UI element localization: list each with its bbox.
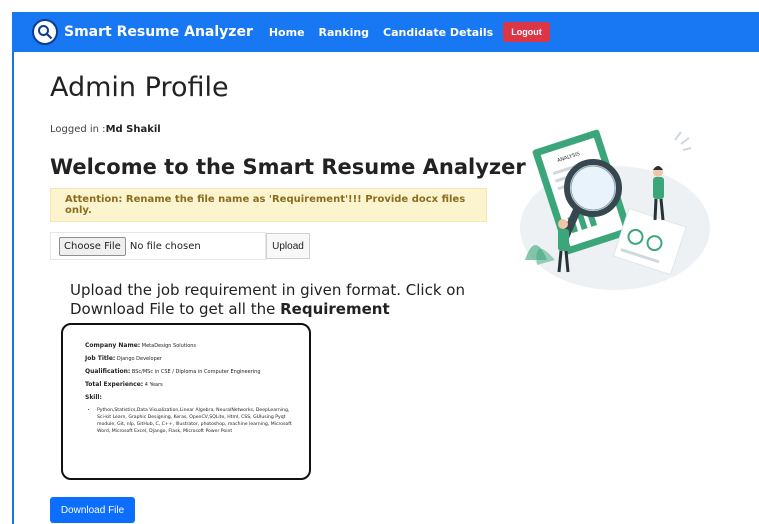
- qualification-value: BSc/MSc in CSE / Diploma in Computer Eng…: [131, 369, 261, 375]
- sample-skill-row: Skill:: [85, 394, 309, 401]
- instructions-text: Upload the job requirement in given form…: [70, 281, 465, 318]
- instructions-bold: Requirement: [280, 300, 390, 318]
- welcome-heading: Welcome to the Smart Resume Analyzer: [50, 155, 526, 179]
- upload-instructions: Upload the job requirement in given form…: [70, 281, 490, 319]
- logged-in-info: Logged in :Md Shakil: [50, 124, 161, 135]
- job-value: Django Developer: [116, 356, 162, 362]
- skill-label: Skill:: [85, 394, 102, 401]
- company-value: MetaDesign Solutions: [141, 343, 197, 349]
- logout-button[interactable]: Logout: [503, 22, 550, 42]
- no-file-text: No file chosen: [129, 240, 201, 252]
- brand-logo-icon: [32, 19, 58, 45]
- nav-ranking-link[interactable]: Ranking: [319, 26, 370, 39]
- sample-job-row: Job Title: Django Developer: [85, 355, 309, 362]
- sample-qualification-row: Qualification: BSc/MSc in CSE / Diploma …: [85, 368, 309, 375]
- experience-label: Total Experience:: [85, 381, 144, 388]
- experience-value: 4 Years: [144, 382, 163, 388]
- sample-company-row: Company Name: MetaDesign Solutions: [85, 342, 309, 349]
- sample-experience-row: Total Experience: 4 Years: [85, 381, 309, 388]
- file-input[interactable]: Choose File No file chosen: [50, 232, 266, 260]
- download-file-button[interactable]: Download File: [50, 497, 135, 523]
- logged-in-user: Md Shakil: [105, 124, 161, 135]
- skill-list-item: Python,Statistics,Data Visualization,Lin…: [97, 407, 297, 435]
- sample-requirement-image: Company Name: MetaDesign Solutions Job T…: [61, 323, 311, 480]
- top-navbar: Smart Resume Analyzer Home Ranking Candi…: [12, 12, 759, 52]
- nav-home-link[interactable]: Home: [269, 26, 305, 39]
- brand[interactable]: Smart Resume Analyzer: [32, 19, 253, 45]
- analysis-illustration: ANALYSIS: [520, 129, 710, 290]
- skill-list: Python,Statistics,Data Visualization,Lin…: [97, 407, 297, 435]
- company-label: Company Name:: [85, 342, 141, 349]
- page-title: Admin Profile: [50, 72, 229, 103]
- upload-form: Choose File No file chosen Upload: [50, 232, 310, 260]
- brand-name: Smart Resume Analyzer: [64, 24, 253, 40]
- qualification-label: Qualification:: [85, 368, 131, 375]
- attention-alert: Attention: Rename the file name as 'Requ…: [50, 188, 487, 222]
- choose-file-button[interactable]: Choose File: [59, 236, 126, 256]
- logged-in-label: Logged in :: [50, 124, 106, 135]
- upload-button[interactable]: Upload: [266, 233, 310, 259]
- nav-candidate-details-link[interactable]: Candidate Details: [383, 26, 493, 39]
- left-border: [12, 52, 14, 524]
- job-label: Job Title:: [85, 355, 116, 362]
